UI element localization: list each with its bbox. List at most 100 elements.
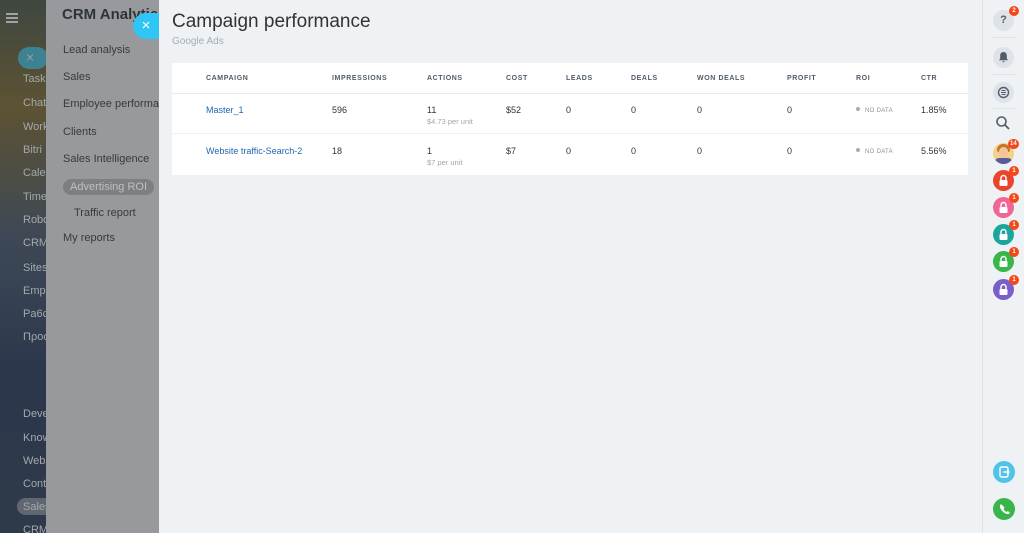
sidebar-item[interactable]: Chat [23,97,46,109]
lock-icon [999,255,1008,267]
lock-badge: 1 [1009,275,1019,285]
menu-item-advertising-roi[interactable]: Advertising ROI [63,179,155,195]
column-header-ctr[interactable]: CTR [921,75,937,82]
search-button[interactable] [995,115,1011,136]
sidebar-item[interactable]: Cale [23,167,46,179]
locked-chat-purple[interactable]: 1 [993,275,1019,300]
search-icon [996,116,1010,130]
menu-item-sales[interactable]: Sales [63,71,91,83]
column-header-impressions[interactable]: IMPRESSIONS [332,75,387,82]
profit-value: 0 [787,105,793,115]
actions-cell: 1 $7 per unit [427,146,462,167]
notifications-button[interactable] [993,47,1014,68]
menu-item-traffic-report[interactable]: Traffic report [74,207,136,219]
sidebar-item[interactable]: Sales [23,501,46,513]
deals-value: 0 [631,146,637,156]
sidebar-item[interactable]: Work [23,121,46,133]
right-toolbar: ? 2 14 1 1 1 1 1 [982,0,1024,533]
sidebar-item[interactable]: Web [23,455,45,467]
chat-icon [997,86,1010,99]
campaign-link[interactable]: Master_1 [206,105,244,115]
lock-badge: 1 [1009,247,1019,257]
lock-icon [999,283,1008,295]
sidebar-item[interactable]: Know [23,432,46,444]
leads-value: 0 [566,146,572,156]
open-lines-button[interactable] [993,461,1015,483]
menu-burger-icon[interactable] [6,13,18,25]
help-button[interactable]: ? 2 [993,6,1019,31]
lock-icon [999,174,1008,186]
sidebar-close-pill[interactable]: × [18,47,46,69]
column-header-won-deals[interactable]: WON DEALS [697,75,745,82]
actions-cell: 11 $4.73 per unit [427,105,473,126]
sidebar-item[interactable]: Cont [23,478,46,490]
locked-chat-green[interactable]: 1 [993,247,1019,272]
sidebar-item[interactable]: Emp [23,285,46,297]
phone-button[interactable] [993,498,1015,520]
phone-icon [999,504,1010,515]
status-dot-icon [856,107,860,111]
actions-per-unit: $7 per unit [427,158,463,167]
column-header-actions[interactable]: ACTIONS [427,75,463,82]
menu-item-my-reports[interactable]: My reports [63,232,115,244]
campaign-table: CAMPAIGN IMPRESSIONS ACTIONS COST LEADS … [172,63,968,175]
leads-value: 0 [566,105,572,115]
campaign-link[interactable]: Website traffic-Search-2 [206,146,302,156]
impressions-value: 18 [332,146,343,156]
help-badge: 2 [1009,6,1019,16]
lock-badge: 1 [1009,220,1019,230]
locked-chat-pink[interactable]: 1 [993,193,1019,218]
column-header-campaign[interactable]: CAMPAIGN [206,75,248,82]
divider [991,37,1017,38]
lock-badge: 1 [1009,193,1019,203]
locked-chat-red[interactable]: 1 [993,166,1019,191]
column-header-deals[interactable]: DEALS [631,75,658,82]
impressions-value: 596 [332,105,348,115]
sidebar-item[interactable]: CRM [23,237,46,249]
close-icon: × [141,17,151,34]
sidebar-item[interactable]: Pa6c [23,308,46,320]
close-icon: × [26,49,35,65]
chat-bubble-icon [999,466,1010,478]
avatar-shirt [995,158,1012,164]
roi-label: NO DATA [865,149,893,155]
column-header-leads[interactable]: LEADS [566,75,593,82]
menu-item-clients[interactable]: Clients [63,126,97,138]
messenger-button[interactable] [993,82,1014,103]
lock-icon [999,201,1008,213]
roi-status: NO DATA [856,148,893,155]
bell-icon [999,52,1008,63]
sidebar-item[interactable]: Task [23,73,46,85]
profit-value: 0 [787,146,793,156]
actions-per-unit: $4.73 per unit [427,117,473,126]
sidebar-item[interactable]: Deve [23,408,46,420]
lock-icon [999,228,1008,240]
locked-chat-teal[interactable]: 1 [993,220,1019,245]
page-subtitle: Google Ads [172,36,224,47]
roi-status: NO DATA [856,107,893,114]
ctr-value: 5.56% [921,146,947,156]
roi-label: NO DATA [865,108,893,114]
menu-item-employee-performance[interactable]: Employee performance [63,98,159,110]
table-row: Master_1 596 11 $4.73 per unit $52 0 0 0… [172,94,968,134]
sidebar-item[interactable]: Time [23,191,46,203]
divider [991,74,1017,75]
menu-item-sales-intelligence[interactable]: Sales Intelligence [63,153,149,165]
campaign-performance-panel: Campaign performance Google Ads CAMPAIGN… [159,0,982,533]
lock-badge: 1 [1009,166,1019,176]
sidebar-item[interactable]: Bitri [23,144,42,156]
app-sidebar: × Task Chat Work Bitri Cale Time Robo CR… [0,0,46,533]
sidebar-item[interactable]: Sites [23,262,46,274]
divider [991,108,1017,109]
table-row: Website traffic-Search-2 18 1 $7 per uni… [172,135,968,175]
sidebar-item[interactable]: CRM [23,524,46,533]
column-header-profit[interactable]: PROFIT [787,75,816,82]
sidebar-item[interactable]: Προσ [23,331,46,343]
column-header-roi[interactable]: ROI [856,75,870,82]
slider-close-button[interactable]: × [133,13,159,39]
menu-item-lead-analysis[interactable]: Lead analysis [63,44,130,56]
deals-value: 0 [631,105,637,115]
page-title: Campaign performance [172,11,371,32]
sidebar-item[interactable]: Robo [23,214,46,226]
column-header-cost[interactable]: COST [506,75,528,82]
